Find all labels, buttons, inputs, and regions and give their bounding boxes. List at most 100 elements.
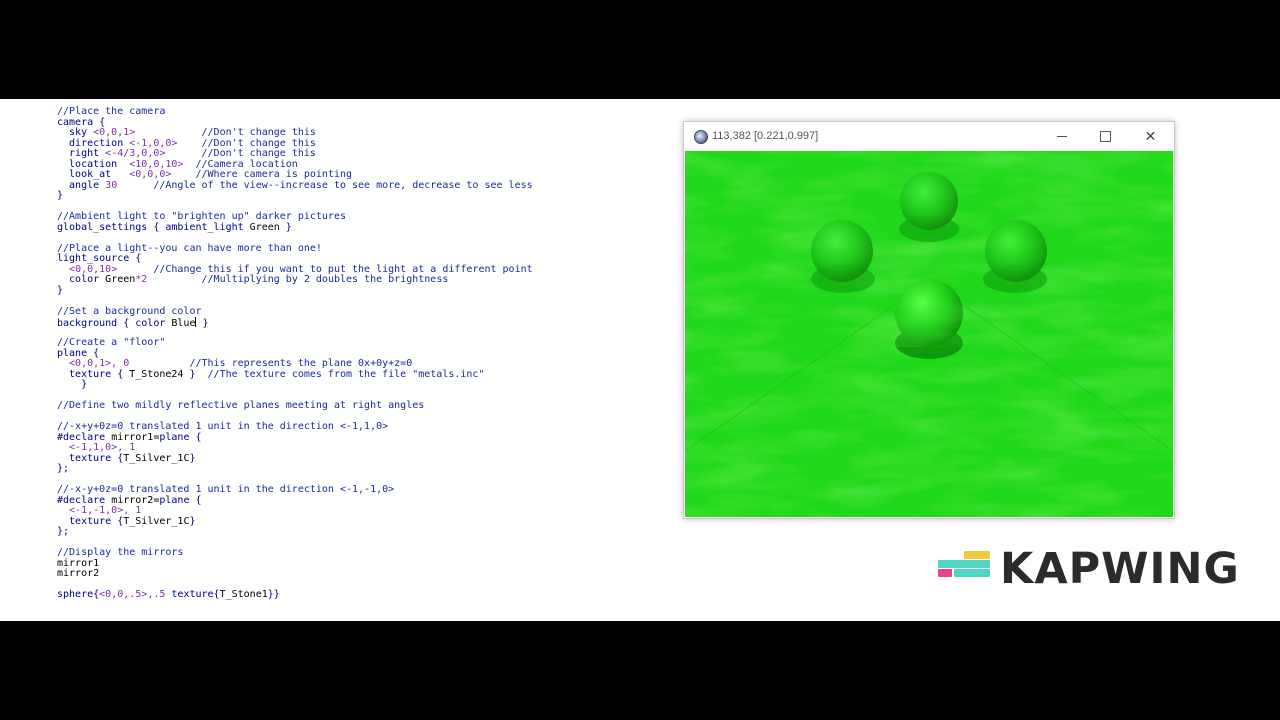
window-title: 113,382 [0.221,0.997] (712, 130, 819, 142)
code-token: <0,0,10> (69, 263, 118, 275)
minimize-button[interactable] (1039, 122, 1084, 151)
main-sphere-texture (895, 279, 963, 347)
code-token: //Create a "floor" (57, 337, 166, 348)
code-token: //Multiplying by 2 doubles the brightnes… (147, 274, 449, 285)
code-token: sky (57, 127, 94, 138)
code-token: <0,0,1> (93, 127, 136, 138)
code-token: plane { (159, 494, 202, 506)
code-line: global_settings { ambient_light Green } (57, 221, 657, 234)
code-token: light_source { (57, 253, 142, 264)
code-line: //Create a "floor" (57, 337, 657, 349)
code-token: } (183, 368, 196, 380)
code-token: #declare (57, 431, 112, 443)
code-token: mirror2 (57, 568, 100, 579)
code-token: //Where camera is pointing (171, 169, 353, 180)
code-token: global_settings { ambient_light (57, 221, 250, 233)
code-token: plane { (57, 347, 100, 359)
maximize-icon (1100, 131, 1111, 142)
code-line: angle 30 //Angle of the view--increase t… (57, 179, 657, 192)
code-line: texture { T_Stone24 } //The texture come… (57, 368, 657, 381)
code-token: plane { (159, 431, 202, 443)
povray-app-icon (694, 130, 708, 144)
code-token: T_Stone24 (129, 368, 184, 380)
close-icon: ✕ (1144, 128, 1157, 144)
code-token: //Camera location (183, 158, 298, 170)
code-token: sphere{ (57, 589, 100, 600)
code-token: color (57, 274, 106, 285)
code-line: //Place the camera (57, 106, 657, 118)
code-token: }; (57, 526, 70, 537)
reflected-sphere-back (900, 172, 958, 230)
code-line: //Set a background color (57, 305, 657, 318)
code-token: <-4/3,0,0> (105, 148, 166, 159)
code-token: texture { (57, 515, 124, 527)
code-token: } (196, 318, 209, 329)
code-line: //Place a light--you can have more than … (57, 243, 657, 255)
code-line: //Display the mirrors (57, 547, 657, 559)
code-token: }} (267, 589, 280, 600)
code-token: //Change this if you want to put the lig… (117, 263, 533, 275)
code-token: //Place the camera (57, 106, 166, 117)
code-line: }; (57, 526, 657, 538)
code-line: }; (57, 463, 657, 475)
code-token: #declare (57, 494, 112, 506)
kapwing-logo: KAPWING (938, 545, 1258, 593)
code-line: #declare mirror1=plane { (57, 431, 657, 444)
code-token: mirror1= (111, 431, 160, 443)
code-token: //The texture comes from the file "metal… (195, 368, 485, 380)
code-token: <0,0,0> (129, 169, 172, 180)
code-token: 30 (105, 179, 118, 191)
code-token: //Define two mildly reflective planes me… (57, 400, 425, 411)
code-token: location (57, 158, 130, 170)
code-token: } (57, 190, 64, 201)
code-line: } (57, 379, 657, 391)
minimize-icon (1056, 136, 1067, 137)
code-token: Blue (171, 318, 196, 329)
render-window[interactable]: 113,382 [0.221,0.997] ✕ (683, 121, 1175, 519)
code-token: texture { (57, 368, 130, 380)
code-token: //Don't change this (177, 137, 316, 149)
code-token: } (57, 379, 88, 390)
reflected-sphere-left (811, 220, 873, 282)
kapwing-mark-icon (938, 551, 990, 577)
code-token: <0,0,1>, 0 (57, 358, 130, 369)
code-token: background { color (57, 318, 172, 329)
code-token: Green (249, 221, 280, 233)
code-editor[interactable]: //Place the camera camera { sky <0,0,1> /… (57, 106, 657, 612)
code-token: texture{ (165, 589, 220, 600)
code-token: <-1,-1,0>, 1 (57, 505, 142, 516)
close-button[interactable]: ✕ (1128, 122, 1173, 151)
code-token: //Set a background color (57, 305, 202, 317)
code-line: } (57, 285, 657, 297)
code-token: T_Silver_1C (123, 515, 190, 527)
code-token: //This represents the plane 0x+0y+z=0 (129, 358, 413, 369)
code-token: <-1,1,0>, 1 (57, 442, 136, 453)
rendered-scene (685, 151, 1173, 517)
code-token: //Display the mirrors (57, 547, 184, 558)
code-token: *2 (135, 274, 148, 285)
code-token: right (57, 148, 106, 159)
maximize-button[interactable] (1083, 122, 1128, 151)
code-line: mirror2 (57, 568, 657, 580)
code-token: look_at (57, 169, 130, 180)
code-token: T_Silver_1C (123, 452, 190, 464)
render-canvas (685, 151, 1173, 517)
code-token: mirror2= (111, 494, 160, 506)
code-line: //Define two mildly reflective planes me… (57, 400, 657, 412)
code-token: mirror1 (57, 557, 100, 569)
kapwing-wordmark: KAPWING (1000, 544, 1240, 594)
code-token: } (189, 452, 196, 464)
reflected-sphere-right (985, 220, 1047, 282)
code-token: //Don't change this (165, 148, 316, 159)
code-line: texture {T_Silver_1C} (57, 515, 657, 528)
code-line: texture {T_Silver_1C} (57, 452, 657, 465)
code-line: sphere{<0,0,.5>,.5 texture{T_Stone1}} (57, 589, 657, 601)
code-token: //-x-y+0z=0 translated 1 unit in the dir… (57, 484, 395, 495)
code-token: } (189, 515, 196, 527)
code-token: }; (57, 463, 70, 474)
code-line: mirror1 (57, 557, 657, 570)
window-titlebar[interactable]: 113,382 [0.221,0.997] ✕ (684, 122, 1174, 152)
code-token: T_Stone1 (219, 589, 268, 600)
code-token: //-x+y+0z=0 translated 1 unit in the dir… (57, 421, 389, 432)
